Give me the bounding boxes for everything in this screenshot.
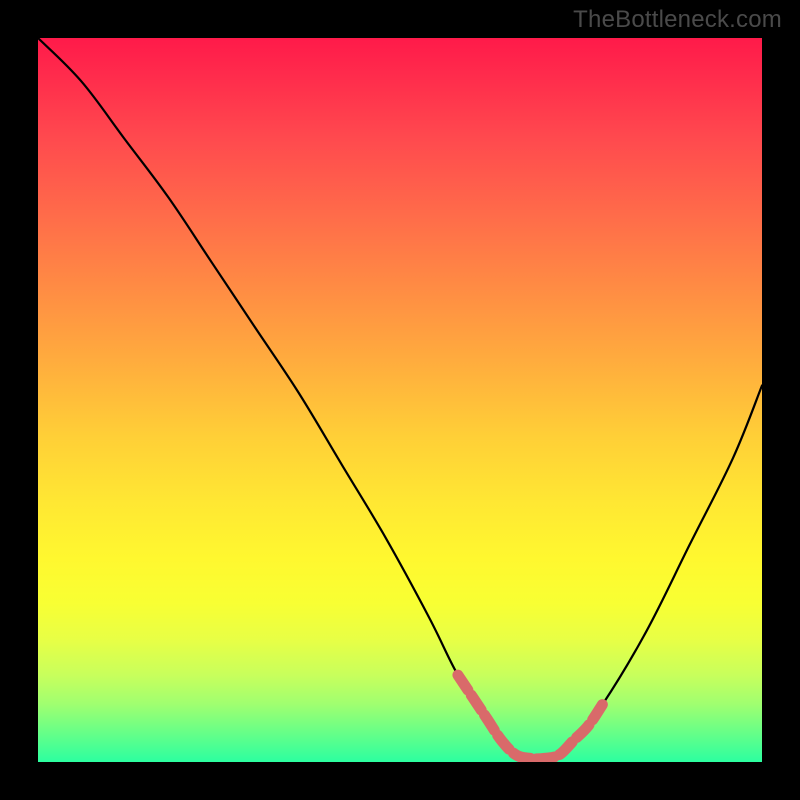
watermark-text: TheBottleneck.com — [573, 6, 782, 34]
chart-svg — [38, 38, 762, 762]
plot-area — [38, 38, 762, 762]
bottleneck-curve — [38, 38, 762, 759]
highlight-segment — [458, 675, 603, 759]
